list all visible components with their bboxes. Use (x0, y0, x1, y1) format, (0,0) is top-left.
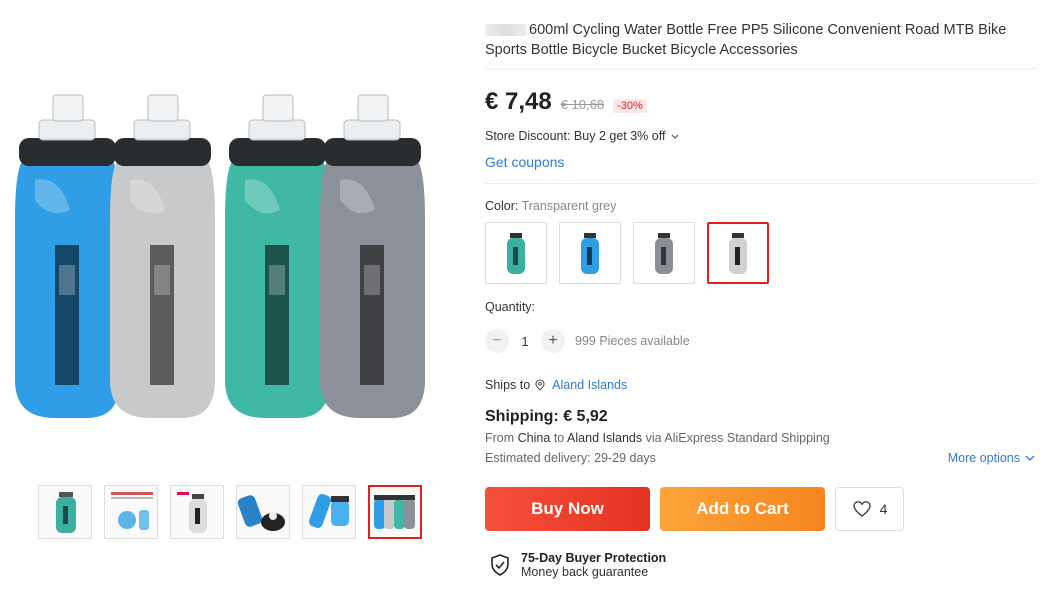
product-title: 600ml Cycling Water Bottle Free PP5 Sili… (485, 22, 1007, 58)
bottle-4 (320, 94, 425, 418)
get-coupons-link[interactable]: Get coupons (485, 154, 564, 170)
chevron-down-icon (671, 134, 679, 139)
original-price: € 10,68 (560, 97, 605, 112)
quantity-decrease-button[interactable]: − (485, 329, 509, 353)
thumbnail-1[interactable] (38, 485, 92, 539)
thumbnail-strip (38, 485, 422, 539)
store-discount[interactable]: Store Discount: Buy 2 get 3% off (485, 129, 679, 143)
thumbnail-3[interactable] (170, 485, 224, 539)
blurred-brand (485, 24, 527, 37)
shipping-route: From China to Aland Islands via AliExpre… (485, 431, 830, 445)
thumbnail-5[interactable] (302, 485, 356, 539)
ships-to-destination[interactable]: Aland Islands (552, 378, 627, 392)
discount-badge: -30% (613, 99, 647, 113)
quantity-stepper: − 1 + 999 Pieces available (485, 329, 690, 353)
protection-subtitle: Money back guarantee (521, 565, 649, 579)
location-pin-icon (535, 379, 545, 391)
shield-check-icon (491, 554, 509, 576)
add-to-cart-button[interactable]: Add to Cart (660, 487, 825, 531)
bottle-3 (225, 94, 330, 418)
quantity-value[interactable]: 1 (509, 334, 541, 349)
protection-title: 75-Day Buyer Protection (521, 551, 667, 565)
shipping-price: Shipping: € 5,92 (485, 408, 608, 425)
bottle-2 (110, 94, 215, 418)
divider (485, 183, 1037, 184)
buy-now-button[interactable]: Buy Now (485, 487, 650, 531)
color-option-2[interactable] (559, 222, 621, 284)
color-option-1[interactable] (485, 222, 547, 284)
bottles-illustration (15, 94, 425, 418)
thumbnail-4[interactable] (236, 485, 290, 539)
current-price: € 7,48 (485, 88, 552, 115)
buyer-protection: 75-Day Buyer Protection Money back guara… (489, 551, 666, 579)
price-row: € 7,48 € 10,68 -30% (485, 88, 647, 116)
quantity-label: Quantity: (485, 300, 536, 314)
main-product-image[interactable] (10, 80, 450, 425)
available-pieces: 999 Pieces available (575, 334, 690, 348)
more-options-link[interactable]: More options (948, 451, 1035, 465)
thumbnail-2[interactable] (104, 485, 158, 539)
estimated-delivery: Estimated delivery: 29-29 days (485, 451, 656, 465)
color-label: Color: Transparent grey (485, 199, 617, 213)
color-swatches (485, 222, 769, 284)
wishlist-button[interactable]: 4 (835, 487, 904, 531)
divider (485, 68, 1037, 69)
color-option-3[interactable] (633, 222, 695, 284)
color-option-4[interactable] (707, 222, 769, 284)
quantity-increase-button[interactable]: + (541, 329, 565, 353)
wishlist-count: 4 (879, 501, 888, 517)
ships-to-row: Ships to Aland Islands (485, 378, 628, 392)
selected-color-value: Transparent grey (521, 199, 617, 213)
heart-icon (852, 501, 871, 517)
chevron-down-icon (1025, 455, 1035, 461)
thumbnail-6[interactable] (368, 485, 422, 539)
bottle-1 (15, 94, 120, 418)
